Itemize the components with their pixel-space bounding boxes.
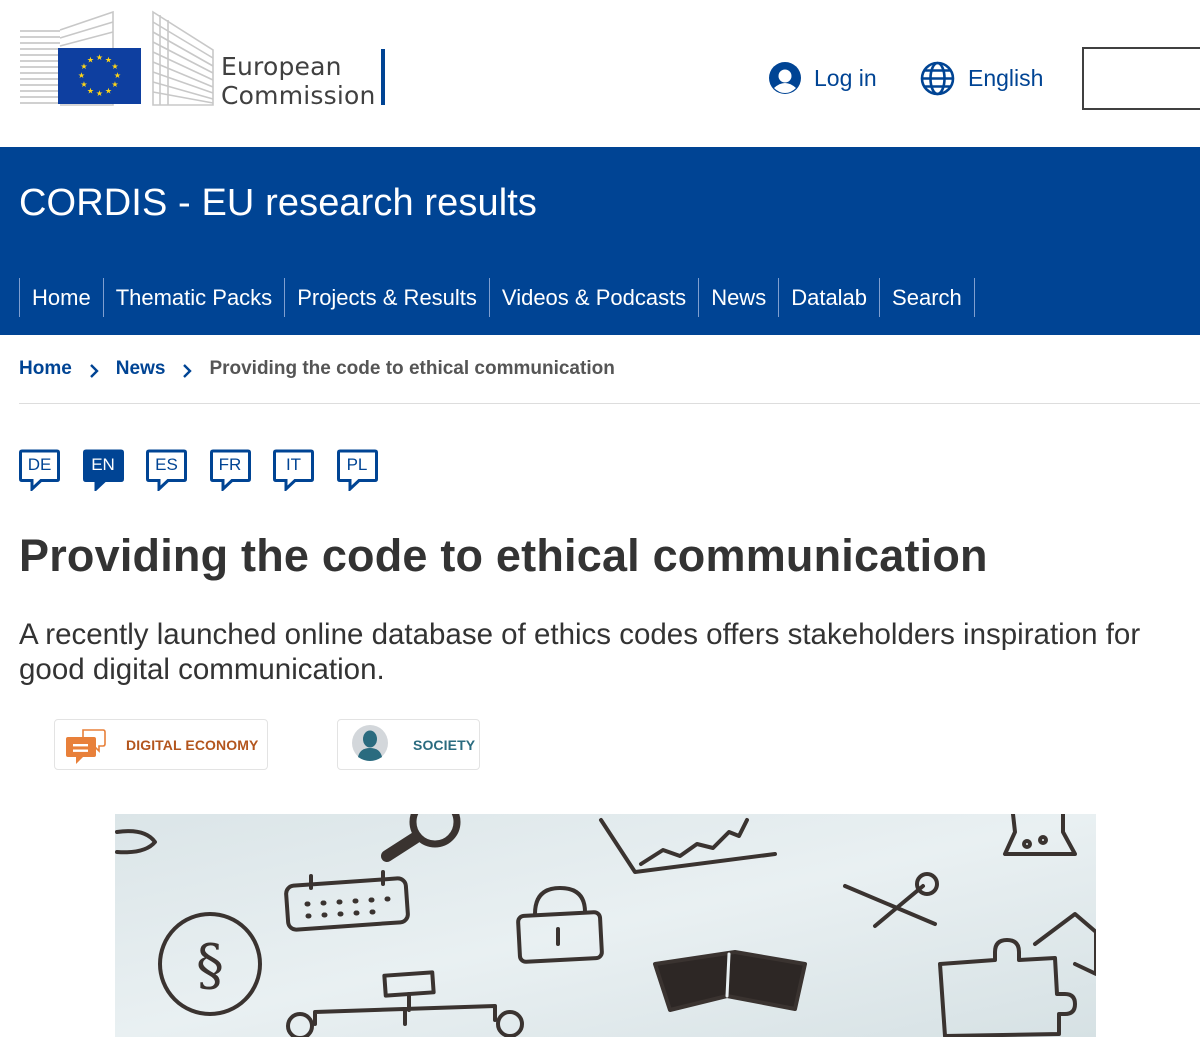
- article-lead: A recently launched online database of e…: [19, 618, 1141, 686]
- language-label: English: [968, 64, 1044, 91]
- login-link[interactable]: Log in: [768, 60, 877, 96]
- chevron-right-icon: [182, 362, 193, 378]
- ec-logo-divider: [381, 49, 385, 105]
- language-code: PL: [346, 455, 368, 474]
- nav-item-datalab[interactable]: Datalab: [779, 278, 881, 317]
- chat-bubbles-icon: [65, 724, 107, 766]
- globe-icon: [920, 61, 955, 96]
- article-title: Providing the code to ethical communicat…: [19, 530, 988, 581]
- search-input[interactable]: [1082, 47, 1200, 110]
- tag-society[interactable]: SOCIETY: [337, 719, 480, 770]
- svg-text:★: ★: [87, 56, 94, 65]
- language-code: EN: [91, 455, 115, 474]
- nav-item-news[interactable]: News: [699, 278, 780, 317]
- svg-text:★: ★: [96, 89, 103, 98]
- breadcrumb: Home News Providing the code to ethical …: [19, 357, 615, 381]
- language-option-de[interactable]: DE: [19, 449, 60, 491]
- main-navigation: Home Thematic Packs Projects & Results V…: [19, 278, 975, 317]
- language-option-pl[interactable]: PL: [336, 449, 378, 491]
- breadcrumb-divider: [19, 403, 1200, 404]
- nav-item-videos-podcasts[interactable]: Videos & Podcasts: [490, 278, 700, 317]
- svg-text:★: ★: [111, 62, 118, 71]
- person-icon: [351, 724, 393, 766]
- user-icon: [768, 61, 802, 95]
- breadcrumb-current: Providing the code to ethical communicat…: [209, 358, 615, 379]
- svg-text:★: ★: [105, 87, 112, 96]
- language-option-en[interactable]: EN: [82, 449, 124, 491]
- language-code: IT: [285, 455, 302, 474]
- nav-item-home[interactable]: Home: [20, 278, 104, 317]
- chevron-right-icon: [89, 362, 99, 378]
- svg-text:§: §: [196, 933, 224, 998]
- language-option-fr[interactable]: FR: [209, 449, 251, 491]
- article-tags: DIGITAL ECONOMY SOCIETY: [54, 719, 480, 770]
- svg-text:★: ★: [96, 53, 103, 62]
- language-selector[interactable]: English: [920, 60, 1043, 96]
- nav-item-search[interactable]: Search: [880, 278, 975, 317]
- tag-society-label: SOCIETY: [413, 736, 476, 753]
- nav-item-projects-results[interactable]: Projects & Results: [285, 278, 490, 317]
- article-language-switcher: DE EN ES FR IT PL: [19, 449, 400, 491]
- ec-logo-line1: European: [221, 52, 342, 81]
- language-code: DE: [27, 455, 52, 474]
- login-label: Log in: [814, 64, 877, 91]
- breadcrumb-home[interactable]: Home: [19, 358, 72, 380]
- site-title[interactable]: CORDIS - EU research results: [19, 182, 537, 225]
- top-header: ★ ★ ★ ★ ★ ★ ★ ★ ★ ★ ★ ★ European Commiss…: [0, 0, 1200, 147]
- tag-digital-economy[interactable]: DIGITAL ECONOMY: [54, 719, 268, 770]
- article-hero-image: §: [115, 814, 1096, 1037]
- svg-text:★: ★: [111, 80, 118, 89]
- language-code: FR: [218, 455, 242, 474]
- tag-digital-economy-label: DIGITAL ECONOMY: [126, 736, 259, 753]
- svg-text:★: ★: [80, 80, 87, 89]
- language-option-it[interactable]: IT: [273, 449, 314, 491]
- language-code: ES: [155, 455, 178, 474]
- svg-text:★: ★: [114, 71, 121, 80]
- nav-item-thematic-packs[interactable]: Thematic Packs: [104, 278, 286, 317]
- ec-logo-wordmark: European Commission: [221, 52, 376, 110]
- language-option-es[interactable]: ES: [146, 449, 187, 491]
- svg-text:★: ★: [87, 87, 94, 96]
- site-header: CORDIS - EU research results Home Themat…: [0, 147, 1200, 335]
- svg-text:★: ★: [78, 71, 85, 80]
- breadcrumb-news[interactable]: News: [116, 358, 166, 380]
- ec-logo-line2: Commission: [221, 81, 376, 110]
